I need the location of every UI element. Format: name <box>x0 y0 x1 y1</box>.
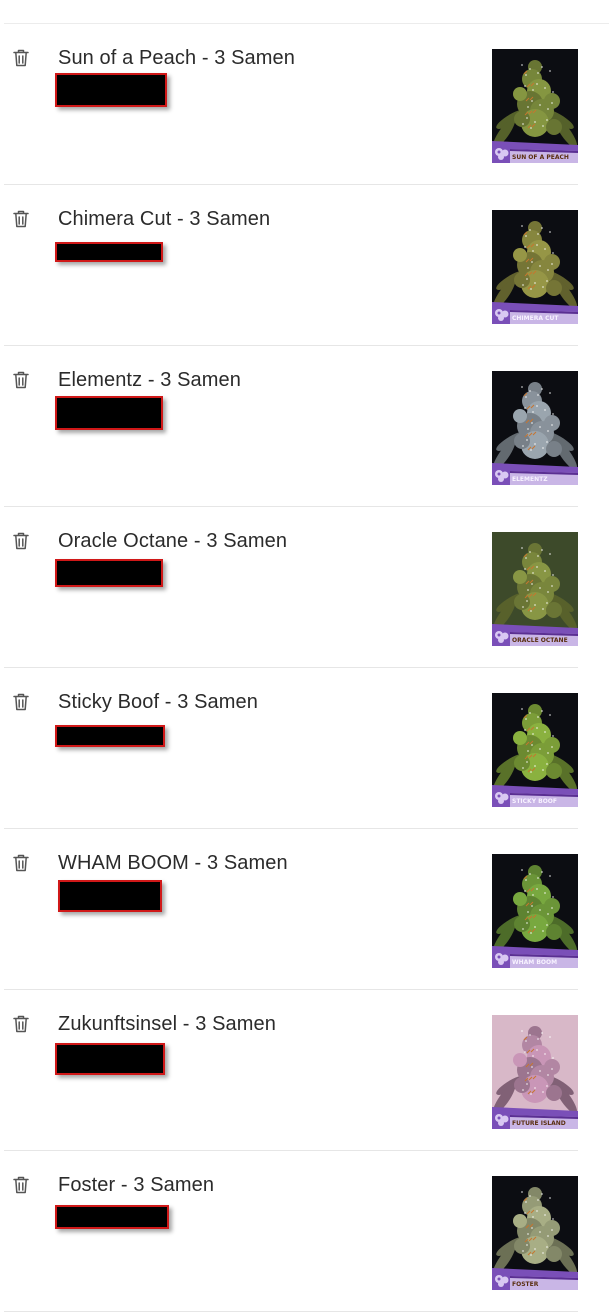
delete-button[interactable] <box>10 207 32 231</box>
cart-item: Oracle Octane - 3 Samen ORACLE OCTANE <box>0 507 609 668</box>
brand-logo-icon <box>495 1275 509 1287</box>
redacted-price <box>58 880 162 912</box>
cart-item: Sun of a Peach - 3 Samen SUN OF A PEACH <box>0 24 609 185</box>
brand-logo-icon <box>495 1114 509 1126</box>
plant-artwork <box>492 1176 578 1290</box>
product-image[interactable]: SUN OF A PEACH <box>492 49 578 163</box>
product-image[interactable]: ELEMENTZ <box>492 371 578 485</box>
item-title[interactable]: Zukunftsinsel - 3 Samen <box>58 1012 276 1036</box>
product-image[interactable]: FOSTER <box>492 1176 578 1290</box>
cart-item: Foster - 3 Samen FOSTER <box>0 1151 609 1312</box>
cart-page: Sun of a Peach - 3 Samen SUN OF A PEACH … <box>0 0 609 1316</box>
product-image[interactable]: WHAM BOOM <box>492 854 578 968</box>
trash-icon <box>13 693 29 711</box>
product-image-label: WHAM BOOM <box>512 959 558 966</box>
brand-logo-icon <box>495 792 509 804</box>
delete-button[interactable] <box>10 368 32 392</box>
item-title[interactable]: Sticky Boof - 3 Samen <box>58 690 258 714</box>
plant-artwork <box>492 532 578 646</box>
plant-artwork <box>492 371 578 485</box>
trash-icon <box>13 1015 29 1033</box>
plant-artwork <box>492 693 578 807</box>
redacted-price <box>55 1043 165 1075</box>
brand-logo-icon <box>495 631 509 643</box>
redacted-price <box>55 1205 169 1229</box>
redacted-price <box>55 559 163 587</box>
brand-logo-icon <box>495 470 509 482</box>
plant-artwork <box>492 49 578 163</box>
brand-logo-icon <box>495 309 509 321</box>
brand-logo-icon <box>495 953 509 965</box>
plant-artwork <box>492 210 578 324</box>
delete-button[interactable] <box>10 851 32 875</box>
redacted-price <box>55 73 167 107</box>
redacted-price <box>55 242 163 262</box>
product-image-label: FOSTER <box>512 1281 539 1288</box>
cart-item: Elementz - 3 Samen ELEMENTZ <box>0 346 609 507</box>
plant-artwork <box>492 1015 578 1129</box>
trash-icon <box>13 210 29 228</box>
product-image[interactable]: STICKY BOOF <box>492 693 578 807</box>
cart-item: Sticky Boof - 3 Samen STICKY BOOF <box>0 668 609 829</box>
trash-icon <box>13 1176 29 1194</box>
plant-artwork <box>492 854 578 968</box>
product-image-label: STICKY BOOF <box>512 798 558 805</box>
item-title[interactable]: Oracle Octane - 3 Samen <box>58 529 287 553</box>
redacted-price <box>55 396 163 430</box>
product-image-label: FUTURE ISLAND <box>512 1120 566 1127</box>
cart-item: Chimera Cut - 3 Samen CHIMERA CUT <box>0 185 609 346</box>
product-image[interactable]: FUTURE ISLAND <box>492 1015 578 1129</box>
product-image[interactable]: ORACLE OCTANE <box>492 532 578 646</box>
delete-button[interactable] <box>10 46 32 70</box>
item-title[interactable]: WHAM BOOM - 3 Samen <box>58 851 288 875</box>
trash-icon <box>13 854 29 872</box>
brand-logo-icon <box>495 148 509 160</box>
redacted-price <box>55 725 165 747</box>
product-image-label: CHIMERA CUT <box>512 315 559 322</box>
item-title[interactable]: Sun of a Peach - 3 Samen <box>58 46 295 70</box>
delete-button[interactable] <box>10 1173 32 1197</box>
item-title[interactable]: Elementz - 3 Samen <box>58 368 241 392</box>
cart-item-list: Sun of a Peach - 3 Samen SUN OF A PEACH … <box>0 24 609 1312</box>
delete-button[interactable] <box>10 690 32 714</box>
delete-button[interactable] <box>10 529 32 553</box>
product-image-label: SUN OF A PEACH <box>512 154 569 161</box>
trash-icon <box>13 371 29 389</box>
delete-button[interactable] <box>10 1012 32 1036</box>
cart-item: WHAM BOOM - 3 Samen WHAM BOOM <box>0 829 609 990</box>
product-image[interactable]: CHIMERA CUT <box>492 210 578 324</box>
item-title[interactable]: Chimera Cut - 3 Samen <box>58 207 270 231</box>
product-image-label: ELEMENTZ <box>512 476 548 483</box>
trash-icon <box>13 532 29 550</box>
cart-item: Zukunftsinsel - 3 Samen FUTURE ISLAND <box>0 990 609 1151</box>
trash-icon <box>13 49 29 67</box>
product-image-label: ORACLE OCTANE <box>512 637 568 644</box>
item-title[interactable]: Foster - 3 Samen <box>58 1173 214 1197</box>
